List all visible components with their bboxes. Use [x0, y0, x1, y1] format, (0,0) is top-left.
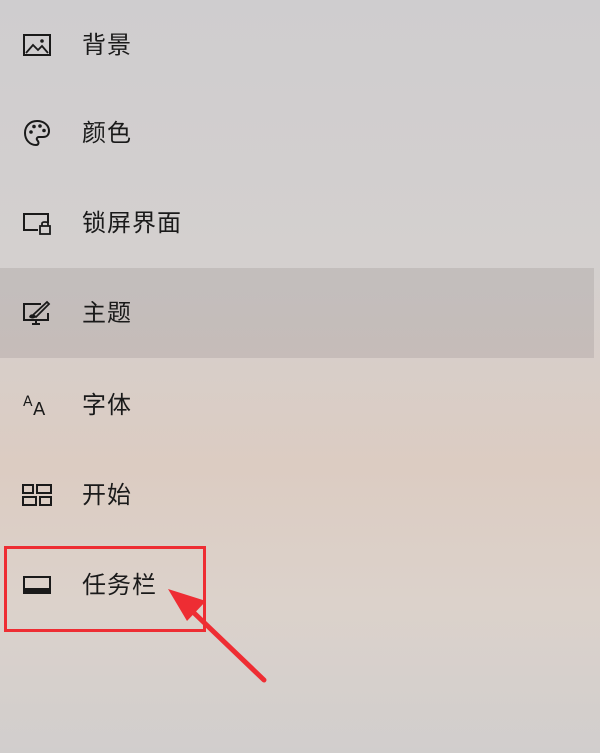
- svg-text:A: A: [33, 399, 46, 419]
- nav-item-fonts[interactable]: A A 字体: [0, 360, 594, 450]
- nav-label-start: 开始: [82, 481, 132, 509]
- font-icon: A A: [21, 389, 53, 421]
- start-icon: [21, 479, 53, 511]
- svg-text:A: A: [23, 394, 33, 410]
- lock-screen-icon: [21, 207, 53, 239]
- nav-label-fonts: 字体: [82, 391, 132, 419]
- nav-item-start[interactable]: 开始: [0, 450, 594, 540]
- personalization-nav: 背景 颜色 锁屏界面 主题 A A 字体 开始 任务栏: [0, 0, 594, 753]
- nav-label-lock-screen: 锁屏界面: [82, 209, 182, 237]
- nav-item-themes[interactable]: 主题: [0, 268, 594, 358]
- nav-label-themes: 主题: [82, 299, 132, 327]
- taskbar-icon: [21, 569, 53, 601]
- nav-item-taskbar[interactable]: 任务栏: [0, 540, 594, 630]
- theme-icon: [21, 297, 53, 329]
- palette-icon: [21, 117, 53, 149]
- nav-item-lock-screen[interactable]: 锁屏界面: [0, 178, 594, 268]
- nav-item-colors[interactable]: 颜色: [0, 88, 594, 178]
- nav-label-background: 背景: [82, 31, 132, 59]
- nav-label-colors: 颜色: [82, 119, 132, 147]
- nav-label-taskbar: 任务栏: [82, 571, 157, 599]
- nav-item-background[interactable]: 背景: [0, 0, 594, 90]
- picture-icon: [21, 29, 53, 61]
